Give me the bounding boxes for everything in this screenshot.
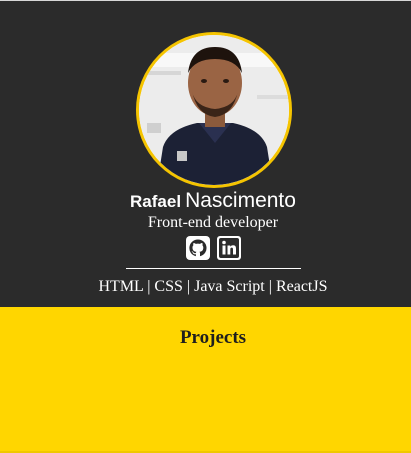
skill-html: HTML xyxy=(98,278,144,295)
github-link[interactable] xyxy=(185,235,211,261)
last-name: Nascimento xyxy=(185,189,296,212)
projects-section: Projects xyxy=(0,307,411,453)
header-divider xyxy=(126,268,301,269)
profile-role: Front-end developer xyxy=(147,214,279,231)
skills-list: HTML | CSS | Java Script | ReactJS xyxy=(0,278,411,296)
skill-separator: | xyxy=(147,278,151,295)
first-name: Rafael xyxy=(130,192,182,211)
avatar-photo xyxy=(139,35,289,185)
projects-title: Projects xyxy=(179,327,247,348)
skill-css: CSS xyxy=(154,278,183,295)
skill-separator: | xyxy=(268,278,272,295)
profile-header: Rafael Nascimento Front-end developer HT… xyxy=(0,1,411,307)
github-icon xyxy=(186,236,210,260)
profile-name: Rafael Nascimento xyxy=(0,189,411,213)
avatar xyxy=(136,32,292,188)
social-links xyxy=(185,235,245,263)
skill-reactjs: ReactJS xyxy=(275,278,328,295)
skill-javascript: Java Script xyxy=(194,278,265,295)
linkedin-link[interactable] xyxy=(216,235,242,261)
skill-separator: | xyxy=(186,278,191,295)
linkedin-icon xyxy=(217,236,241,260)
